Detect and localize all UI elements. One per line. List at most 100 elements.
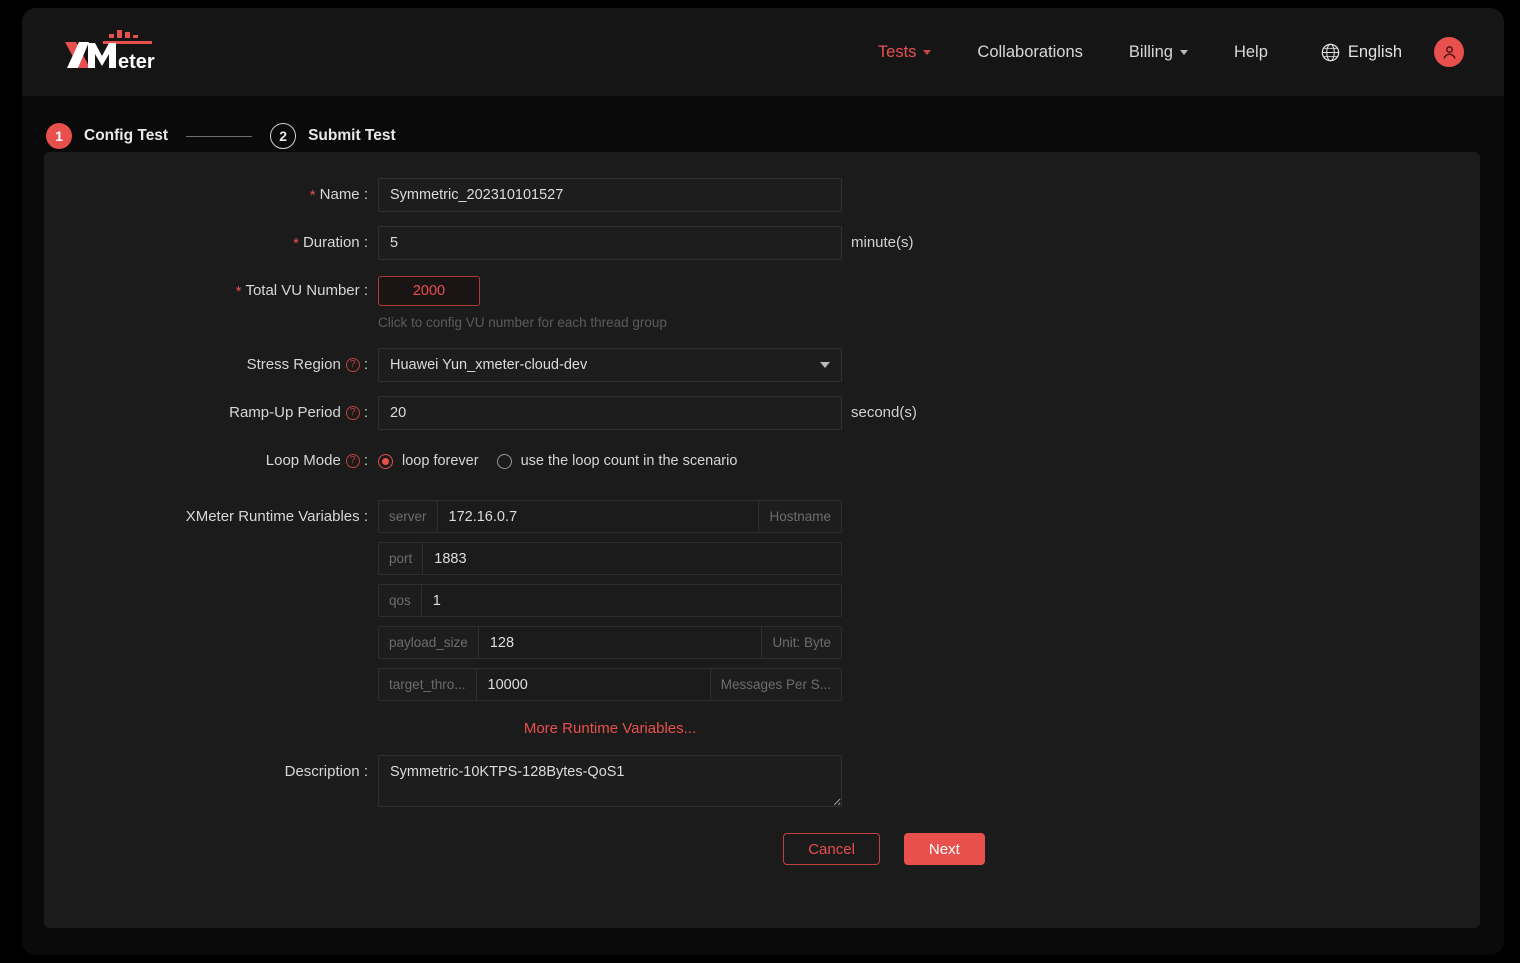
- stress-region-value: Huawei Yun_xmeter-cloud-dev: [390, 357, 587, 373]
- name-input[interactable]: [378, 178, 842, 212]
- required-marker: *: [293, 236, 299, 251]
- label-colon: :: [360, 755, 368, 789]
- runtime-variable-unit: Messages Per S...: [710, 669, 841, 700]
- duration-label: * Duration :: [44, 226, 378, 260]
- language-label: English: [1348, 43, 1402, 62]
- nav-item-collaborations-label: Collaborations: [977, 43, 1082, 62]
- nav-item-tests-label: Tests: [878, 43, 917, 62]
- total-vu-label: * Total VU Number :: [44, 274, 378, 308]
- field-row-name: * Name :: [44, 178, 1480, 212]
- name-control: [378, 178, 842, 212]
- nav-item-help[interactable]: Help: [1211, 43, 1291, 62]
- app-window: eter Tests Collaborations Billing Help: [22, 8, 1504, 955]
- nav-item-billing[interactable]: Billing: [1106, 43, 1211, 62]
- runtime-variable-unit: Hostname: [758, 501, 841, 532]
- runtime-variable-input[interactable]: [477, 669, 710, 700]
- globe-icon: [1321, 43, 1340, 62]
- language-switcher[interactable]: English: [1291, 43, 1420, 62]
- description-label-text: Description: [285, 755, 360, 789]
- description-label: Description :: [44, 755, 378, 789]
- description-textarea[interactable]: Symmetric-10KTPS-128Bytes-QoS1: [378, 755, 842, 807]
- field-row-total-vu: * Total VU Number : 2000 Click to config…: [44, 274, 1480, 334]
- runtime-variable-key: server: [379, 501, 438, 532]
- stress-region-label: Stress Region ? :: [44, 348, 378, 382]
- radio-loop-forever[interactable]: loop forever: [378, 453, 479, 469]
- form-actions: Cancel Next: [44, 833, 1480, 865]
- runtime-variables-label: XMeter Runtime Variables :: [44, 500, 378, 534]
- name-label: * Name :: [44, 178, 378, 212]
- stress-region-control: Huawei Yun_xmeter-cloud-dev: [378, 348, 842, 382]
- chevron-down-icon: [820, 362, 830, 368]
- top-header: eter Tests Collaborations Billing Help: [22, 8, 1504, 96]
- radio-loop-forever-label: loop forever: [402, 453, 479, 469]
- nav-item-billing-label: Billing: [1129, 43, 1173, 62]
- main-nav: Tests Collaborations Billing Help: [855, 37, 1464, 67]
- runtime-variable-row: payload_size Unit: Byte: [378, 626, 842, 659]
- next-button[interactable]: Next: [904, 833, 985, 865]
- runtime-variable-key: payload_size: [379, 627, 479, 658]
- ramp-up-control: second(s): [378, 396, 917, 430]
- stress-region-select[interactable]: Huawei Yun_xmeter-cloud-dev: [378, 348, 842, 382]
- help-icon[interactable]: ?: [346, 358, 360, 372]
- loop-mode-control: loop forever use the loop count in the s…: [378, 444, 737, 478]
- runtime-variable-input[interactable]: [423, 543, 841, 574]
- ramp-up-input[interactable]: [378, 396, 842, 430]
- ramp-up-label-text: Ramp-Up Period: [229, 396, 341, 430]
- svg-text:eter: eter: [118, 51, 155, 73]
- xmeter-logo-icon: eter: [62, 26, 172, 78]
- field-row-runtime-variables: XMeter Runtime Variables : server Hostna…: [44, 500, 1480, 737]
- help-icon[interactable]: ?: [346, 406, 360, 420]
- avatar[interactable]: [1434, 37, 1464, 67]
- field-row-description: Description : Symmetric-10KTPS-128Bytes-…: [44, 755, 1480, 807]
- step-2-number: 2: [270, 123, 296, 149]
- duration-input[interactable]: [378, 226, 842, 260]
- label-colon: :: [360, 226, 368, 260]
- runtime-variable-input[interactable]: [422, 585, 841, 616]
- step-connector: [186, 136, 252, 137]
- runtime-variables-label-text: XMeter Runtime Variables: [186, 500, 360, 534]
- chevron-down-icon: [1180, 50, 1188, 55]
- total-vu-label-text: Total VU Number: [245, 274, 359, 308]
- step-submit-test[interactable]: 2 Submit Test: [270, 123, 396, 149]
- runtime-variable-input[interactable]: [479, 627, 762, 658]
- runtime-variable-unit: Unit: Byte: [761, 627, 841, 658]
- step-1-label: Config Test: [84, 127, 168, 145]
- help-icon[interactable]: ?: [346, 454, 360, 468]
- step-config-test[interactable]: 1 Config Test: [46, 123, 168, 149]
- radio-use-loop-count[interactable]: use the loop count in the scenario: [497, 453, 738, 469]
- runtime-variable-input[interactable]: [438, 501, 759, 532]
- runtime-variable-key: qos: [379, 585, 422, 616]
- label-colon: :: [364, 396, 368, 430]
- required-marker: *: [236, 284, 242, 299]
- field-row-loop-mode: Loop Mode ? : loop forever use the loop …: [44, 444, 1480, 478]
- loop-mode-label-text: Loop Mode: [266, 444, 341, 478]
- field-row-ramp-up: Ramp-Up Period ? : second(s): [44, 396, 1480, 430]
- duration-unit: minute(s): [851, 226, 914, 260]
- cancel-button[interactable]: Cancel: [783, 833, 880, 865]
- total-vu-value-button[interactable]: 2000: [378, 276, 480, 306]
- ramp-up-label: Ramp-Up Period ? :: [44, 396, 378, 430]
- xmeter-logo[interactable]: eter: [62, 26, 172, 78]
- step-indicator: 1 Config Test 2 Submit Test: [22, 96, 1504, 154]
- duration-control: minute(s): [378, 226, 914, 260]
- more-runtime-variables-link[interactable]: More Runtime Variables...: [378, 720, 842, 737]
- runtime-variables-control: server Hostname port qos: [378, 500, 842, 737]
- ramp-up-unit: second(s): [851, 396, 917, 430]
- total-vu-control: 2000 Click to config VU number for each …: [378, 274, 667, 334]
- nav-item-tests[interactable]: Tests: [855, 43, 955, 62]
- field-row-duration: * Duration : minute(s): [44, 226, 1480, 260]
- radio-unselected-icon: [497, 454, 512, 469]
- user-avatar-icon: [1441, 44, 1458, 61]
- nav-item-help-label: Help: [1234, 43, 1268, 62]
- label-colon: :: [360, 178, 368, 212]
- label-colon: :: [364, 444, 368, 478]
- stress-region-label-text: Stress Region: [247, 348, 341, 382]
- description-control: Symmetric-10KTPS-128Bytes-QoS1: [378, 755, 842, 807]
- radio-selected-icon: [378, 454, 393, 469]
- chevron-down-icon: [923, 50, 931, 55]
- loop-mode-label: Loop Mode ? :: [44, 444, 378, 478]
- step-2-label: Submit Test: [308, 127, 396, 145]
- runtime-variables-list: server Hostname port qos: [378, 500, 842, 701]
- field-row-stress-region: Stress Region ? : Huawei Yun_xmeter-clou…: [44, 348, 1480, 382]
- nav-item-collaborations[interactable]: Collaborations: [954, 43, 1105, 62]
